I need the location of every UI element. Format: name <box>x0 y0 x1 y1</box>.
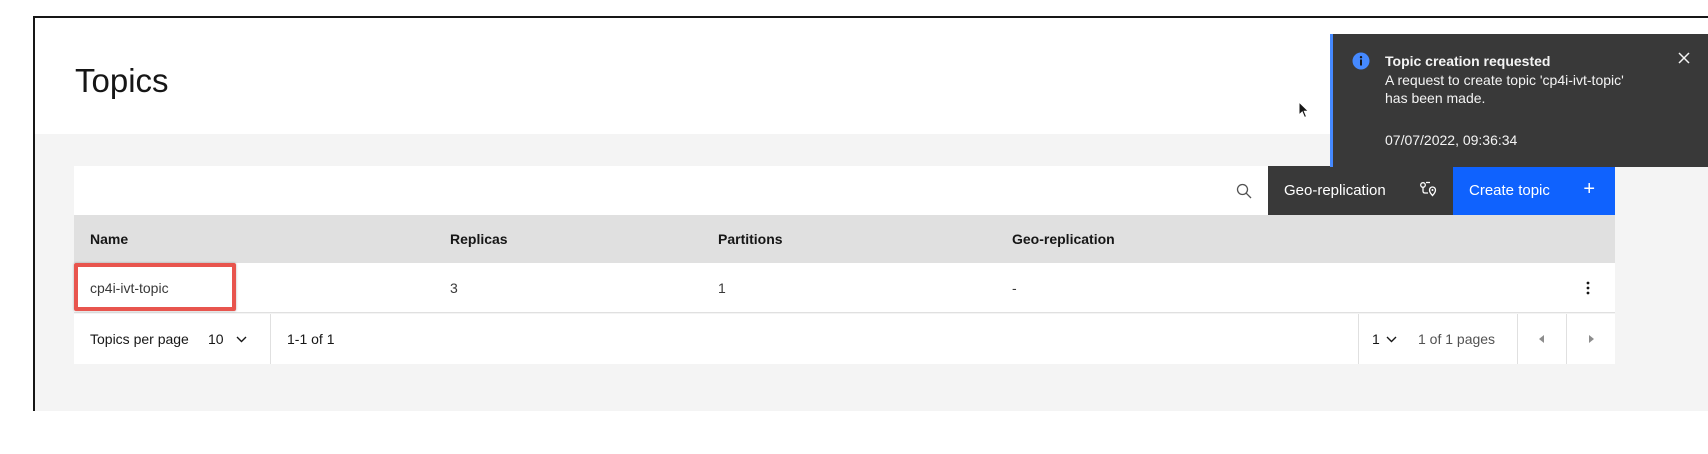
next-page-button[interactable] <box>1567 314 1615 364</box>
topic-name-cell[interactable]: cp4i-ivt-topic <box>90 263 169 312</box>
toast-subtitle: A request to create topic 'cp4i-ivt-topi… <box>1385 72 1624 106</box>
create-topic-label: Create topic <box>1469 182 1550 199</box>
caret-right-icon <box>1589 335 1594 343</box>
page-title: Topics <box>75 62 169 99</box>
pagination-bar: Topics per page 10 1-1 of 1 1 1 of 1 pag… <box>74 314 1615 364</box>
overflow-menu-button[interactable] <box>1564 263 1612 312</box>
replicas-cell: 3 <box>450 279 458 296</box>
create-topic-button[interactable]: Create topic + <box>1453 166 1615 215</box>
toast-timestamp: 07/07/2022, 09:36:34 <box>1385 132 1518 148</box>
geo-replication-cell: - <box>1012 279 1017 296</box>
column-header-geo-replication[interactable]: Geo-replication <box>1012 215 1115 263</box>
column-header-name[interactable]: Name <box>90 215 128 263</box>
table-toolbar: Geo-replication Create topic + <box>74 166 1615 215</box>
info-icon <box>1352 52 1370 70</box>
chevron-down-icon <box>1386 336 1397 342</box>
plus-icon: + <box>1583 178 1595 200</box>
geo-replication-button[interactable]: Geo-replication <box>1268 166 1453 215</box>
pagination-divider <box>1358 314 1359 364</box>
close-icon[interactable] <box>1674 48 1694 68</box>
caret-left-icon <box>1539 335 1544 343</box>
table-row[interactable]: cp4i-ivt-topic 3 1 - <box>74 263 1615 313</box>
items-per-page-value: 10 <box>208 331 224 347</box>
partitions-cell: 1 <box>718 279 726 296</box>
page-select[interactable]: 1 <box>1372 314 1397 364</box>
mouse-cursor-icon <box>1298 101 1310 119</box>
pagination-divider <box>270 314 271 364</box>
toast-notification: Topic creation requested A request to cr… <box>1330 34 1708 167</box>
search-button[interactable] <box>1220 166 1268 215</box>
overflow-menu-icon <box>1586 281 1590 294</box>
geo-replication-label: Geo-replication <box>1284 182 1386 199</box>
items-range-text: 1-1 of 1 <box>287 331 335 347</box>
items-per-page-label: Topics per page <box>90 331 189 347</box>
items-per-page-select[interactable]: 10 <box>208 314 247 364</box>
toast-title: Topic creation requested <box>1385 53 1551 69</box>
page-total-text: 1 of 1 pages <box>1418 331 1496 347</box>
column-header-replicas[interactable]: Replicas <box>450 215 508 263</box>
search-icon <box>1236 183 1252 198</box>
table-header: Name Replicas Partitions Geo-replication <box>74 215 1615 263</box>
column-header-partitions[interactable]: Partitions <box>718 215 783 263</box>
geo-replication-icon <box>1420 181 1437 197</box>
chevron-down-icon <box>236 336 247 342</box>
previous-page-button[interactable] <box>1518 314 1566 364</box>
page-select-value: 1 <box>1372 331 1380 347</box>
